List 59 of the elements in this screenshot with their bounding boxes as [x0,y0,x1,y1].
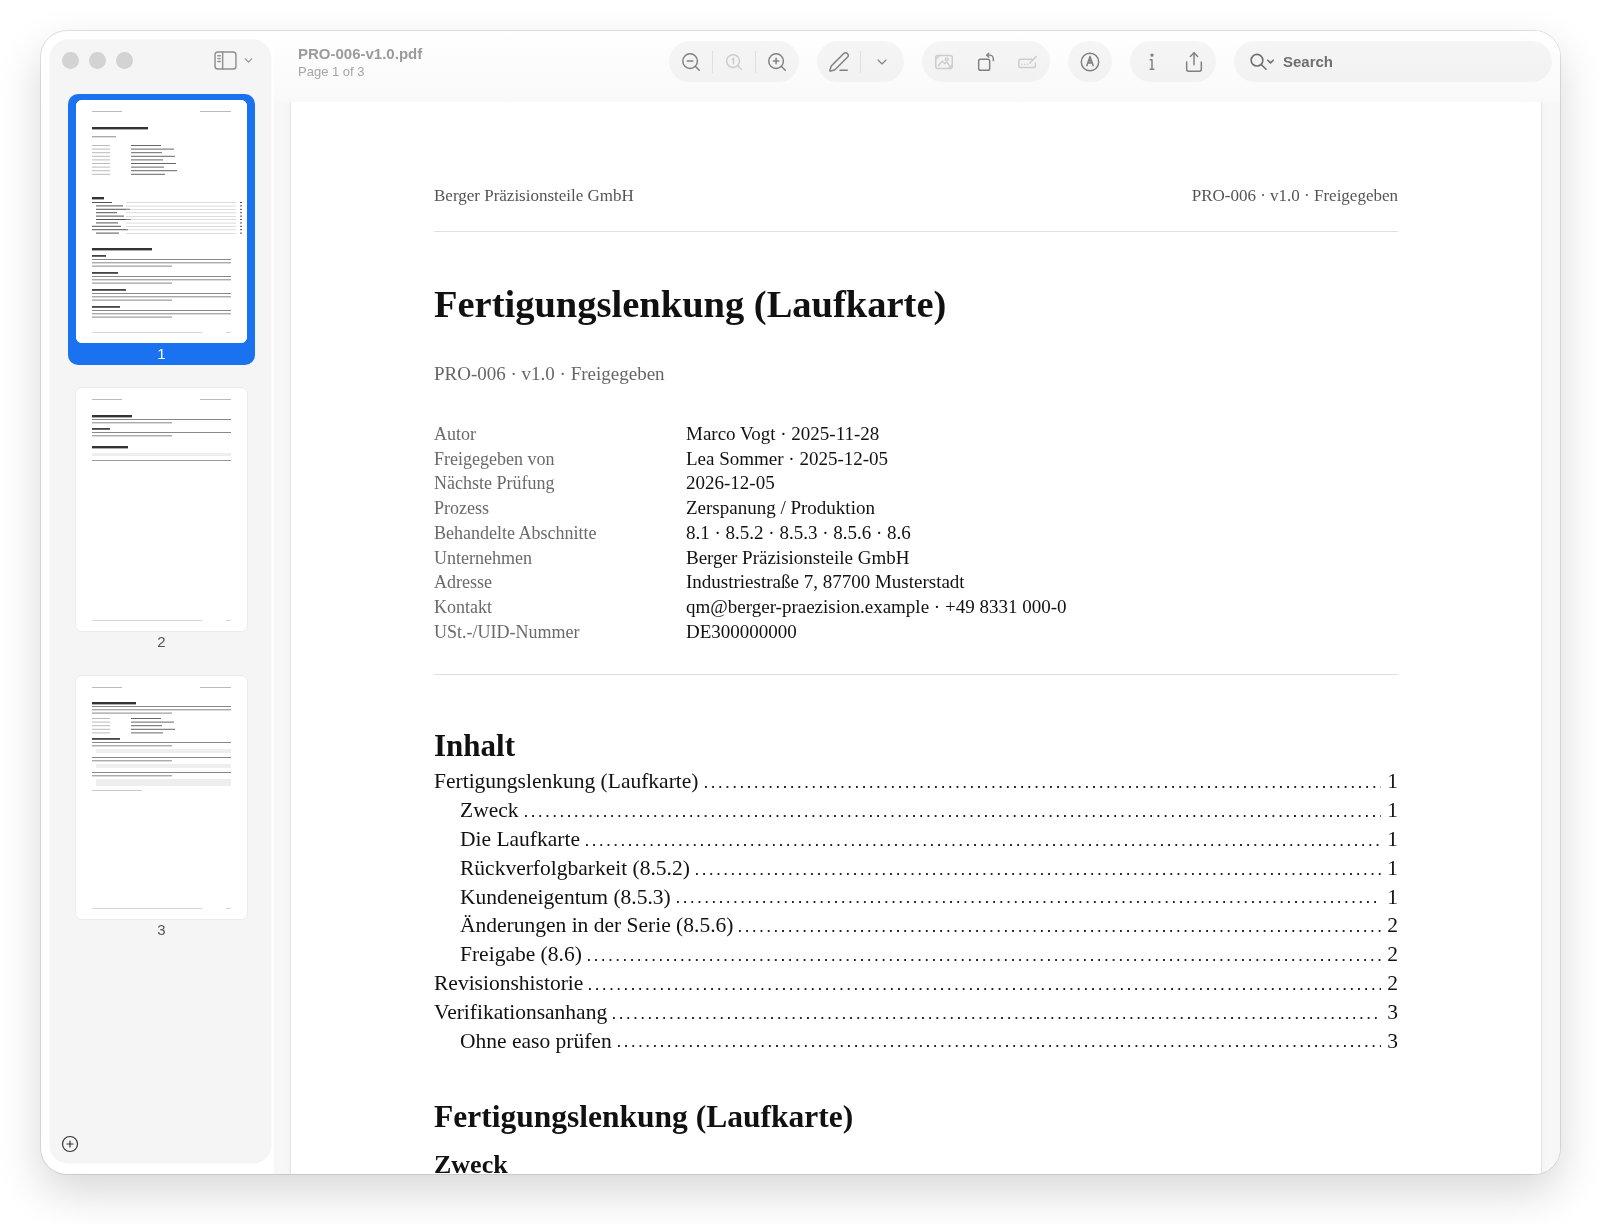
metadata-label: Adresse [434,571,493,595]
zoom-out-icon[interactable] [680,50,702,73]
metadata-value: Industriestraße 7, 87700 Musterstadt [686,570,966,595]
toc-page-number: 2 [1387,912,1398,940]
page-indicator: Page 1 of 3 [298,63,365,80]
toc-page-number: 1 [1387,768,1398,796]
metadata-label: Nächste Prüfung [434,472,556,496]
toc-page-number: 3 [1387,998,1398,1026]
window-title: PRO-006-v1.0.pdf [298,45,423,63]
subsection-heading: Zweck [434,1150,509,1174]
zoom-in-icon[interactable] [766,50,788,73]
page-thumbnail[interactable]: 3 [68,670,255,941]
metadata-label: Autor [434,423,477,446]
toc-page-number: 1 [1387,825,1398,853]
toc-entry: Fertigungslenkung (Laufkarte) [434,768,699,796]
pencil-icon[interactable] [828,50,850,73]
header-text: Berger Präzisionsteile GmbH [434,186,634,206]
metadata-label: USt.-/UID-Nummer [434,620,581,644]
toc-page-number: 2 [1387,941,1398,969]
toc-entry: Ohne easo prüfen [460,1027,612,1055]
toc-page-number: 1 [1387,883,1398,911]
header-text: PRO-006 · v1.0 · Freigegeben [1191,186,1398,206]
metadata-value: 2026-12-05 [686,471,776,496]
metadata-value: DE300000000 [686,619,798,644]
toc-page-number: 1 [1387,854,1398,882]
metadata-label: Unternehmen [434,546,533,570]
metadata-label: Prozess [434,497,490,521]
page-thumbnail[interactable]: 1 [68,94,255,365]
toc-page-number: 3 [1387,1027,1398,1055]
toc-entry: Kundeneigentum (8.5.3) [460,883,671,911]
document-subtitle: PRO-006 · v1.0 · Freigegeben [434,362,666,386]
metadata-label: Kontakt [434,595,493,619]
toc-entry: Freigabe (8.6) [460,941,582,969]
metadata-value: Zerspanung / Produktion [686,496,876,521]
toc-entry: Die Laufkarte [460,825,580,853]
toc-entry: Zweck [460,797,519,825]
metadata-value: 8.1 · 8.5.2 · 8.5.3 · 8.5.6 · 8.6 [686,520,912,545]
metadata-value: Lea Sommer · 2025-12-05 [686,446,890,471]
metadata-label: Behandelte Abschnitte [434,521,598,545]
pen-nib-circle-icon[interactable] [1079,50,1101,73]
toc-page-number: 2 [1387,969,1398,997]
share-icon[interactable] [1183,50,1205,73]
toc-entry: Änderungen in der Serie (8.5.6) [460,912,734,940]
metadata-value: Marco Vogt · 2025-11-28 [686,422,881,446]
sidebar-icon[interactable] [214,51,237,70]
metadata-value: Berger Präzisionsteile GmbH [686,545,911,570]
rotate-square-icon[interactable] [975,50,997,73]
metadata-label: Freigegeben von [434,447,556,471]
document-title: Fertigungslenkung (Laufkarte) [434,282,948,326]
toc-entry: Revisionshistorie [434,969,584,997]
toc-page-number: 1 [1387,797,1398,825]
toc-heading: Inhalt [434,729,516,764]
page-thumbnail[interactable]: 2 [68,382,255,653]
section-heading: Fertigungslenkung (Laufkarte) [434,1100,855,1135]
toc-entry: Rückverfolgbarkeit (8.5.2) [460,854,690,882]
metadata-value: qm@berger-praezision.example · +49 8331 000-0 [686,594,1068,619]
plus-circle-icon[interactable] [61,1135,79,1153]
toc-entry: Verifikationsanhang [434,998,608,1026]
search-icon[interactable] [1248,51,1275,73]
